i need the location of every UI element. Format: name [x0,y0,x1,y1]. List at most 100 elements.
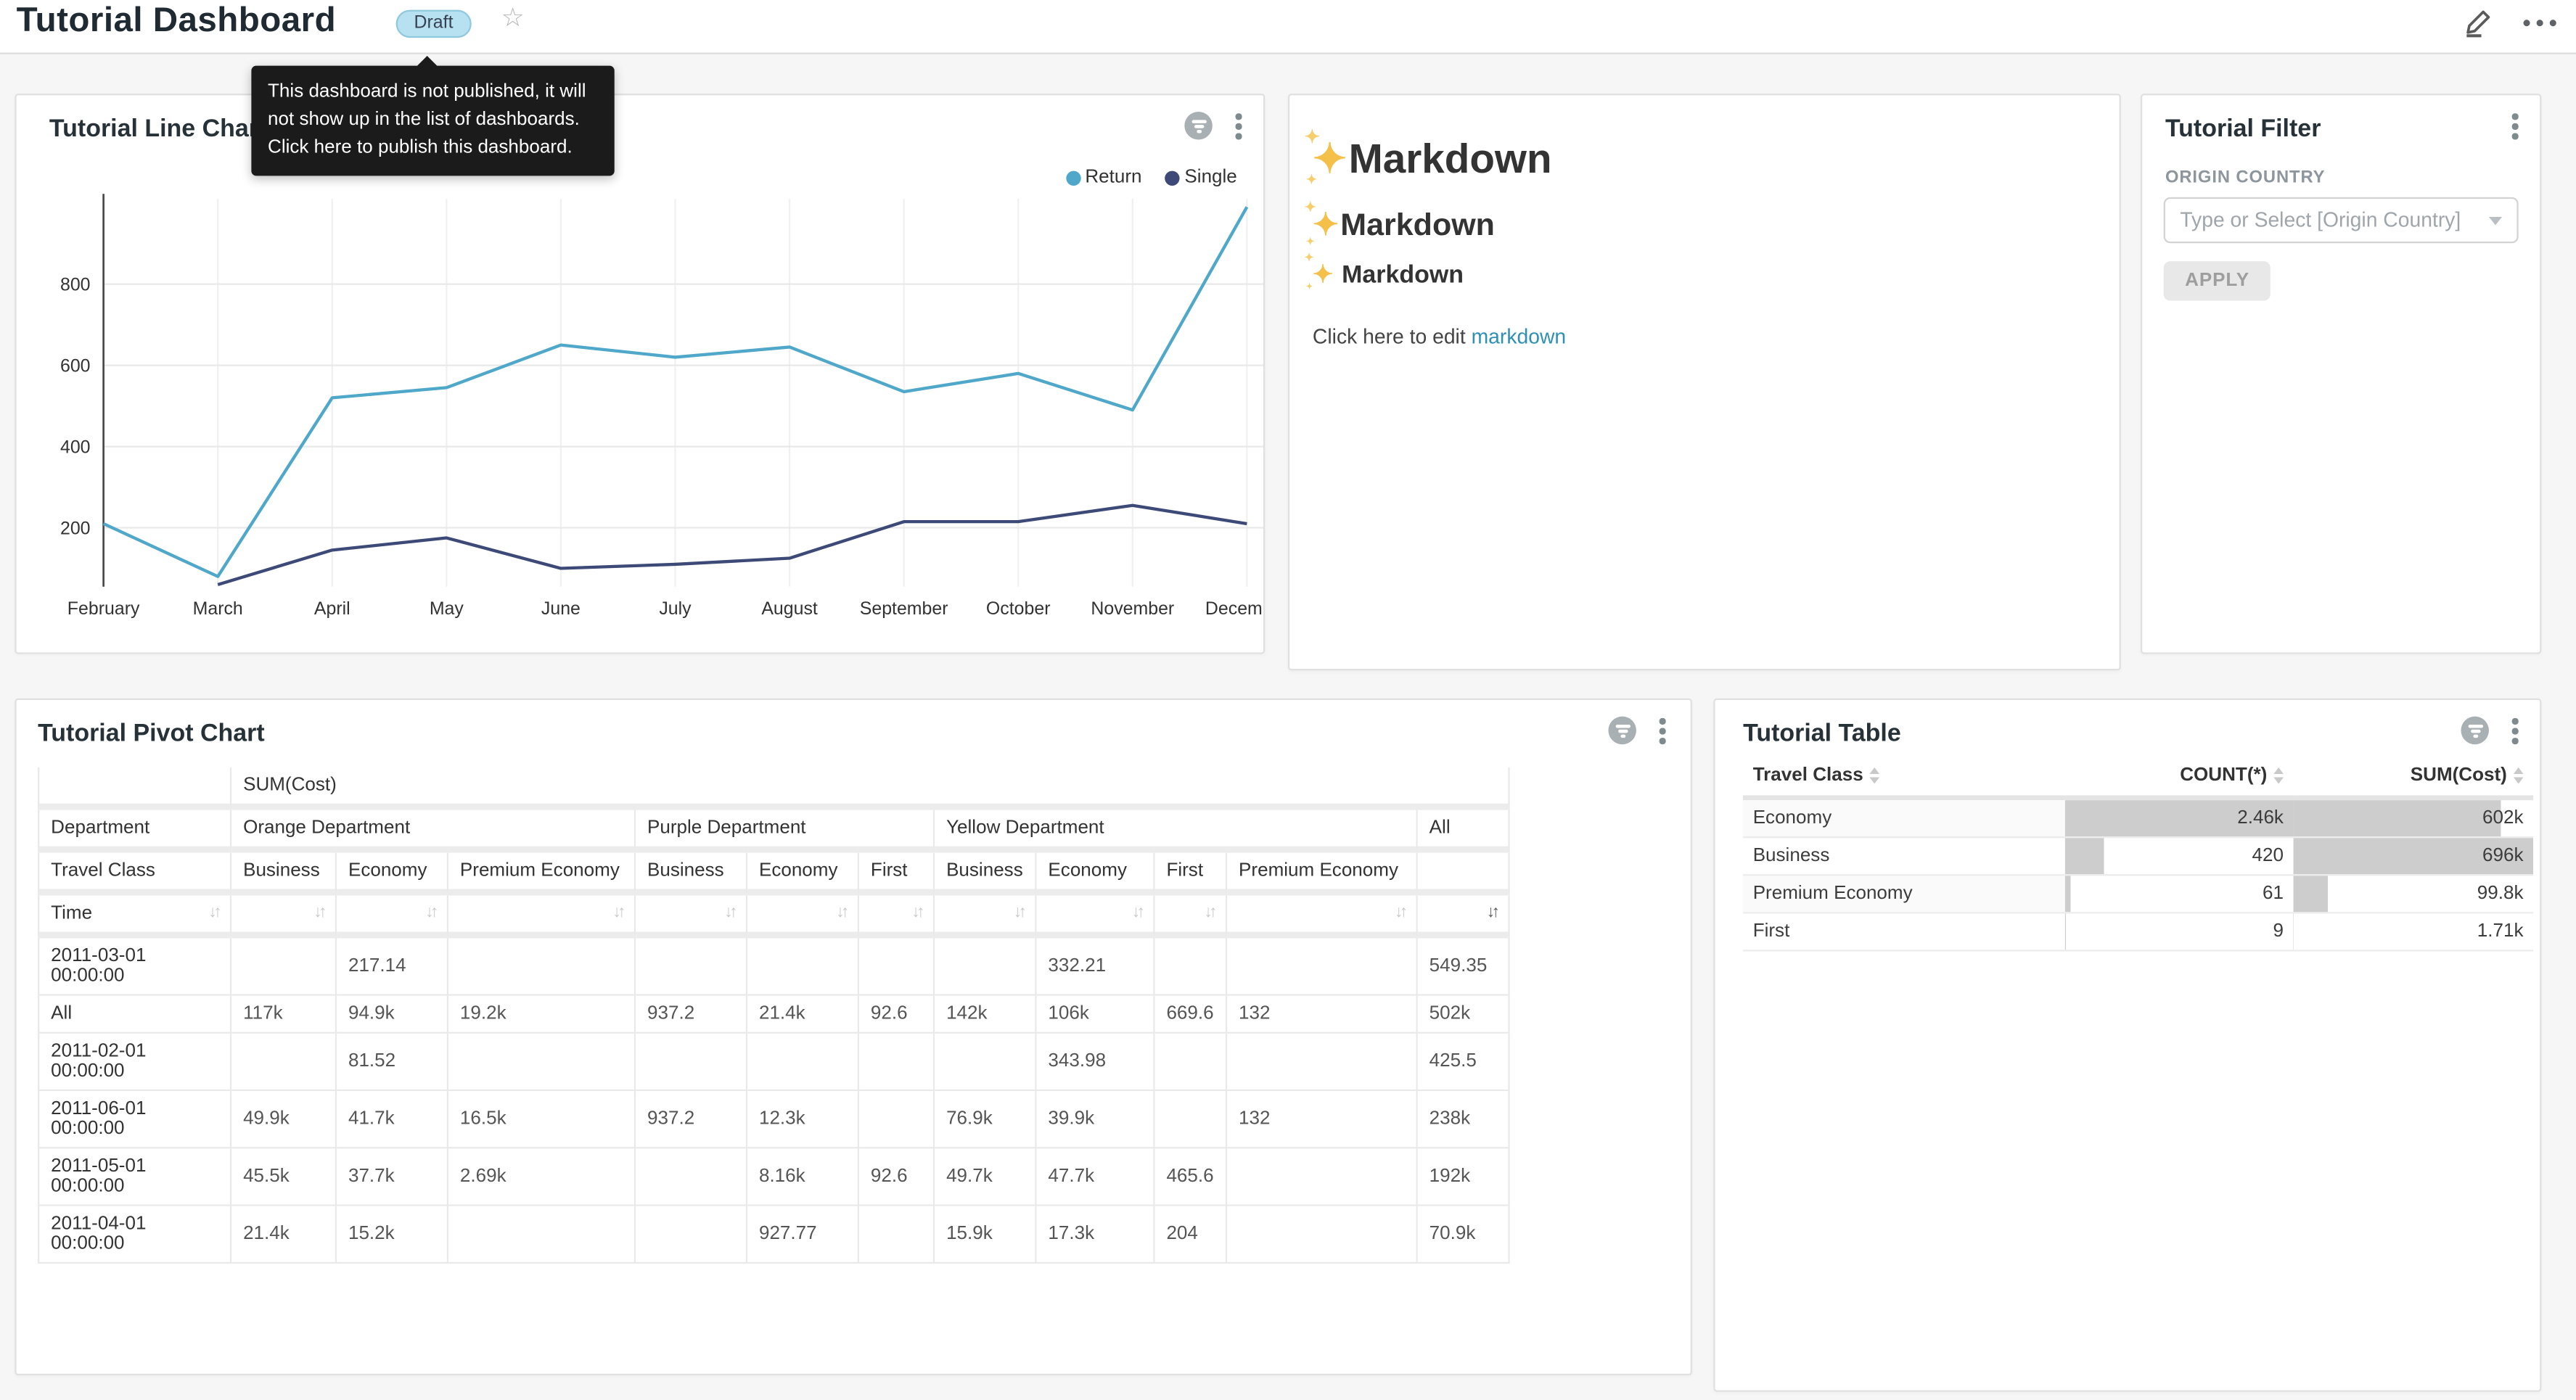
draft-badge[interactable]: Draft [396,10,472,38]
pivot-value-cell [859,1206,935,1264]
apply-button[interactable]: APPLY [2164,261,2271,300]
pivot-time-header[interactable]: Time↓↑ [38,896,231,939]
pivot-value-cell: 937.2 [636,996,747,1034]
sort-caret-icon[interactable] [2273,767,2284,783]
tooltip-arrow [416,56,439,67]
pivot-department-label: Department [38,810,231,853]
sort-caret-icon[interactable] [2514,767,2524,783]
filter-circle-icon[interactable] [2461,717,2489,746]
pivot-value-cell [636,1034,747,1091]
pivot-value-cell [747,1034,859,1091]
page-title: Tutorial Dashboard [17,1,336,41]
pivot-value-cell: 37.7k [337,1148,448,1206]
pivot-sort-cell[interactable]: ↓↑ [636,896,747,939]
pivot-sort-cell[interactable]: ↓↑ [1037,896,1155,939]
sort-arrows-icon[interactable]: ↓↑ [1014,904,1024,923]
pivot-sort-cell[interactable]: ↓↑ [448,896,636,939]
pivot-value-cell [231,938,337,995]
sort-arrows-icon[interactable]: ↓↑ [1487,904,1497,923]
publish-tooltip[interactable]: This dashboard is not published, it will… [251,66,614,176]
travel-class-table: Travel ClassCOUNT(*)SUM(Cost)Economy2.46… [1743,756,2533,952]
pivot-class-header: Economy [337,853,448,896]
pivot-sort-cell[interactable]: ↓↑ [935,896,1036,939]
y-tick-label: 200 [60,519,91,539]
markdown-edit-link[interactable]: markdown [1472,326,1567,349]
dashboard-header: Tutorial Dashboard Draft ☆ [0,0,2576,54]
origin-country-select[interactable]: Type or Select [Origin Country] [2164,197,2519,243]
x-tick-label: September [860,598,948,619]
sparkles-icon: ✦✦✦ [1313,135,1347,184]
sort-arrows-icon[interactable]: ↓↑ [209,904,219,923]
pivot-sort-cell[interactable]: ↓↑ [231,896,337,939]
kebab-menu-icon[interactable] [2508,717,2524,746]
sum-cost-cell: 1.71k [2294,914,2534,952]
pivot-class-header: Business [231,853,337,896]
kebab-menu-icon[interactable] [2508,112,2524,141]
pivot-sort-cell[interactable]: ↓↑ [337,896,448,939]
pivot-value-cell: 21.4k [231,1206,337,1264]
pivot-value-cell: 343.98 [1037,1034,1155,1091]
pivot-group-header: Purple Department [636,810,935,853]
kebab-menu-icon[interactable] [1231,112,1247,141]
pivot-value-cell: 92.6 [859,996,935,1034]
pivot-value-cell [636,1148,747,1206]
x-tick-label: October [986,598,1051,619]
sort-arrows-icon[interactable]: ↓↑ [836,904,846,923]
sort-arrows-icon[interactable]: ↓↑ [1205,904,1215,923]
pivot-sort-cell[interactable]: ↓↑ [747,896,859,939]
pivot-value-cell: 19.2k [448,996,636,1034]
filter-circle-icon[interactable] [1185,112,1213,141]
sort-arrows-icon[interactable]: ↓↑ [313,904,324,923]
sort-arrows-icon[interactable]: ↓↑ [1395,904,1405,923]
y-tick-label: 600 [60,356,91,376]
pivot-value-cell: 217.14 [337,938,448,995]
table-column-header[interactable]: SUM(Cost) [2294,756,2534,800]
sort-arrows-icon[interactable]: ↓↑ [612,904,623,923]
x-tick-label: March [193,598,243,619]
pivot-sort-cell[interactable]: ↓↑ [859,896,935,939]
kebab-menu-icon[interactable] [1655,717,1671,746]
more-menu-icon[interactable] [2524,19,2556,25]
sparkles-icon: ✦✦✦ [1313,207,1339,244]
pivot-table-grid: SUM(Cost)DepartmentOrange DepartmentPurp… [38,767,1510,1264]
table-column-header[interactable]: Travel Class [1743,756,2065,800]
pivot-value-cell [1227,1034,1418,1091]
pivot-value-cell [636,1206,747,1264]
travel-class-cell: First [1743,914,2065,952]
sort-caret-icon[interactable] [1870,767,1880,783]
pivot-sort-cell[interactable]: ↓↑ [1155,896,1228,939]
pivot-value-cell [1155,1091,1228,1148]
pivot-class-header: Business [636,853,747,896]
sort-arrows-icon[interactable]: ↓↑ [425,904,435,923]
legend-item-return[interactable]: Return [1065,168,1141,187]
line-chart-title: Tutorial Line Chart [49,115,266,144]
filter-circle-icon[interactable] [1609,717,1636,746]
sort-arrows-icon[interactable]: ↓↑ [724,904,734,923]
edit-dashboard-icon[interactable] [2463,7,2494,38]
line-chart-plot: FebruaryMarchAprilMayJuneJulyAugustSepte… [17,187,1263,641]
table-column-header[interactable]: COUNT(*) [2065,756,2294,800]
travel-class-table-grid: Travel ClassCOUNT(*)SUM(Cost)Economy2.46… [1743,756,2533,952]
x-tick-label: December [1205,598,1263,619]
table-card-actions [2461,717,2523,746]
legend-item-single[interactable]: Single [1165,168,1237,187]
pivot-value-cell: 332.21 [1037,938,1155,995]
favorite-star-icon[interactable]: ☆ [501,7,525,33]
pivot-value-cell: 192k [1418,1148,1510,1206]
x-tick-label: May [430,598,464,619]
pivot-value-cell [636,938,747,995]
pivot-value-cell: 41.7k [337,1091,448,1148]
pivot-sort-cell[interactable]: ↓↑ [1227,896,1418,939]
table-row: First91.71k [1743,914,2533,952]
pivot-row-label: 2011-03-01 00:00:00 [38,938,231,995]
pivot-value-cell: 39.9k [1037,1091,1155,1148]
table-row: Business420696k [1743,838,2533,876]
dashboard-page: Tutorial Dashboard Draft ☆ This dashboar… [0,0,2576,1400]
pivot-row-label: 2011-05-01 00:00:00 [38,1148,231,1206]
sort-arrows-icon[interactable]: ↓↑ [1132,904,1142,923]
x-tick-label: November [1091,598,1174,619]
pivot-value-cell: 81.52 [337,1034,448,1091]
pivot-sort-cell[interactable]: ↓↑ [1418,896,1510,939]
pivot-value-cell [935,938,1036,995]
sort-arrows-icon[interactable]: ↓↑ [912,904,922,923]
